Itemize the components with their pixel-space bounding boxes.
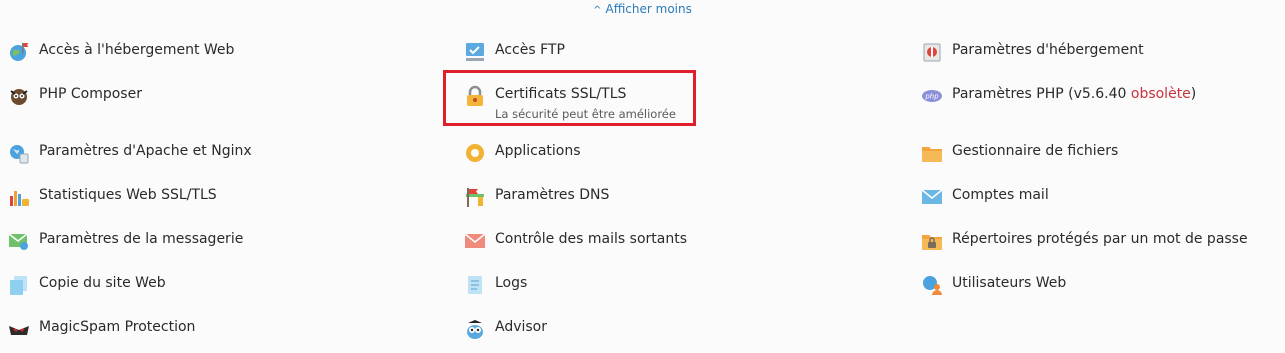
- item-web-users[interactable]: Utilisateurs Web: [921, 274, 1066, 296]
- show-less-label: Afficher moins: [605, 2, 692, 16]
- item-label: Paramètres de la messagerie: [39, 231, 244, 247]
- item-logs[interactable]: Logs: [464, 274, 527, 296]
- item-label: Paramètres DNS: [495, 187, 610, 203]
- item-label: Répertoires protégés par un mot de passe: [952, 231, 1248, 247]
- item-label: Statistiques Web SSL/TLS: [39, 187, 217, 203]
- item-magicspam[interactable]: MagicSpam Protection: [8, 318, 195, 340]
- item-hosting-settings[interactable]: Paramètres d'hébergement: [921, 41, 1144, 63]
- item-web-hosting-access[interactable]: Accès à l'hébergement Web: [8, 41, 234, 63]
- hosting-settings-icon: [921, 41, 943, 63]
- item-label: MagicSpam Protection: [39, 319, 196, 335]
- item-label: Copie du site Web: [39, 275, 166, 291]
- highlight-box: [443, 70, 696, 126]
- item-protected-directories[interactable]: Répertoires protégés par un mot de passe: [921, 230, 1248, 252]
- chevron-up-icon: ^: [593, 5, 602, 16]
- mail-settings-icon: [8, 230, 30, 252]
- item-label: Gestionnaire de fichiers: [952, 143, 1119, 159]
- item-label: Paramètres d'hébergement: [952, 42, 1144, 58]
- magicspam-icon: [8, 318, 30, 340]
- item-label: Logs: [495, 275, 528, 291]
- stats-icon: [8, 186, 30, 208]
- item-label: Accès FTP: [495, 42, 565, 58]
- php-icon: php: [921, 85, 943, 107]
- copy-site-icon: [8, 274, 30, 296]
- item-advisor[interactable]: Advisor: [464, 318, 547, 340]
- php-settings-text: Paramètres PHP (v5.6.40: [952, 86, 1131, 102]
- item-site-copy[interactable]: Copie du site Web: [8, 274, 166, 296]
- dns-icon: [464, 186, 486, 208]
- item-php-settings[interactable]: php Paramètres PHP (v5.6.40 obsolète): [921, 85, 1196, 107]
- php-settings-close: ): [1190, 86, 1197, 102]
- mail-icon: [921, 186, 943, 208]
- item-file-manager[interactable]: Gestionnaire de fichiers: [921, 142, 1118, 164]
- composer-icon: [8, 85, 30, 107]
- owl-icon: [464, 318, 486, 340]
- item-label: PHP Composer: [39, 86, 142, 102]
- show-less-toggle[interactable]: ^ Afficher moins: [0, 1, 1285, 17]
- item-ssl-web-stats[interactable]: Statistiques Web SSL/TLS: [8, 186, 217, 208]
- folder-icon: [921, 142, 943, 164]
- globe-flag-icon: [8, 41, 30, 63]
- item-mail-settings[interactable]: Paramètres de la messagerie: [8, 230, 243, 252]
- web-users-icon: [921, 274, 943, 296]
- outgoing-mail-icon: [464, 230, 486, 252]
- item-label: Comptes mail: [952, 187, 1049, 203]
- item-label: Accès à l'hébergement Web: [39, 42, 235, 58]
- obsolete-link[interactable]: obsolète: [1131, 86, 1191, 102]
- item-label: Paramètres d'Apache et Nginx: [39, 143, 252, 159]
- item-ftp-access[interactable]: Accès FTP: [464, 41, 565, 63]
- item-label: Advisor: [495, 319, 548, 335]
- ftp-icon: [464, 41, 486, 63]
- protected-folder-icon: [921, 230, 943, 252]
- apache-nginx-icon: [8, 142, 30, 164]
- item-label: Utilisateurs Web: [952, 275, 1067, 291]
- item-label: Applications: [495, 143, 581, 159]
- item-applications[interactable]: Applications: [464, 142, 581, 164]
- logs-icon: [464, 274, 486, 296]
- item-label: Paramètres PHP (v5.6.40 obsolète): [952, 85, 1196, 103]
- applications-gear-icon: [464, 142, 486, 164]
- item-apache-nginx[interactable]: Paramètres d'Apache et Nginx: [8, 142, 252, 164]
- svg-text:php: php: [924, 93, 939, 101]
- item-label: Contrôle des mails sortants: [495, 231, 687, 247]
- item-dns-settings[interactable]: Paramètres DNS: [464, 186, 609, 208]
- item-mail-accounts[interactable]: Comptes mail: [921, 186, 1049, 208]
- item-outgoing-mail-control[interactable]: Contrôle des mails sortants: [464, 230, 687, 252]
- item-php-composer[interactable]: PHP Composer: [8, 85, 142, 107]
